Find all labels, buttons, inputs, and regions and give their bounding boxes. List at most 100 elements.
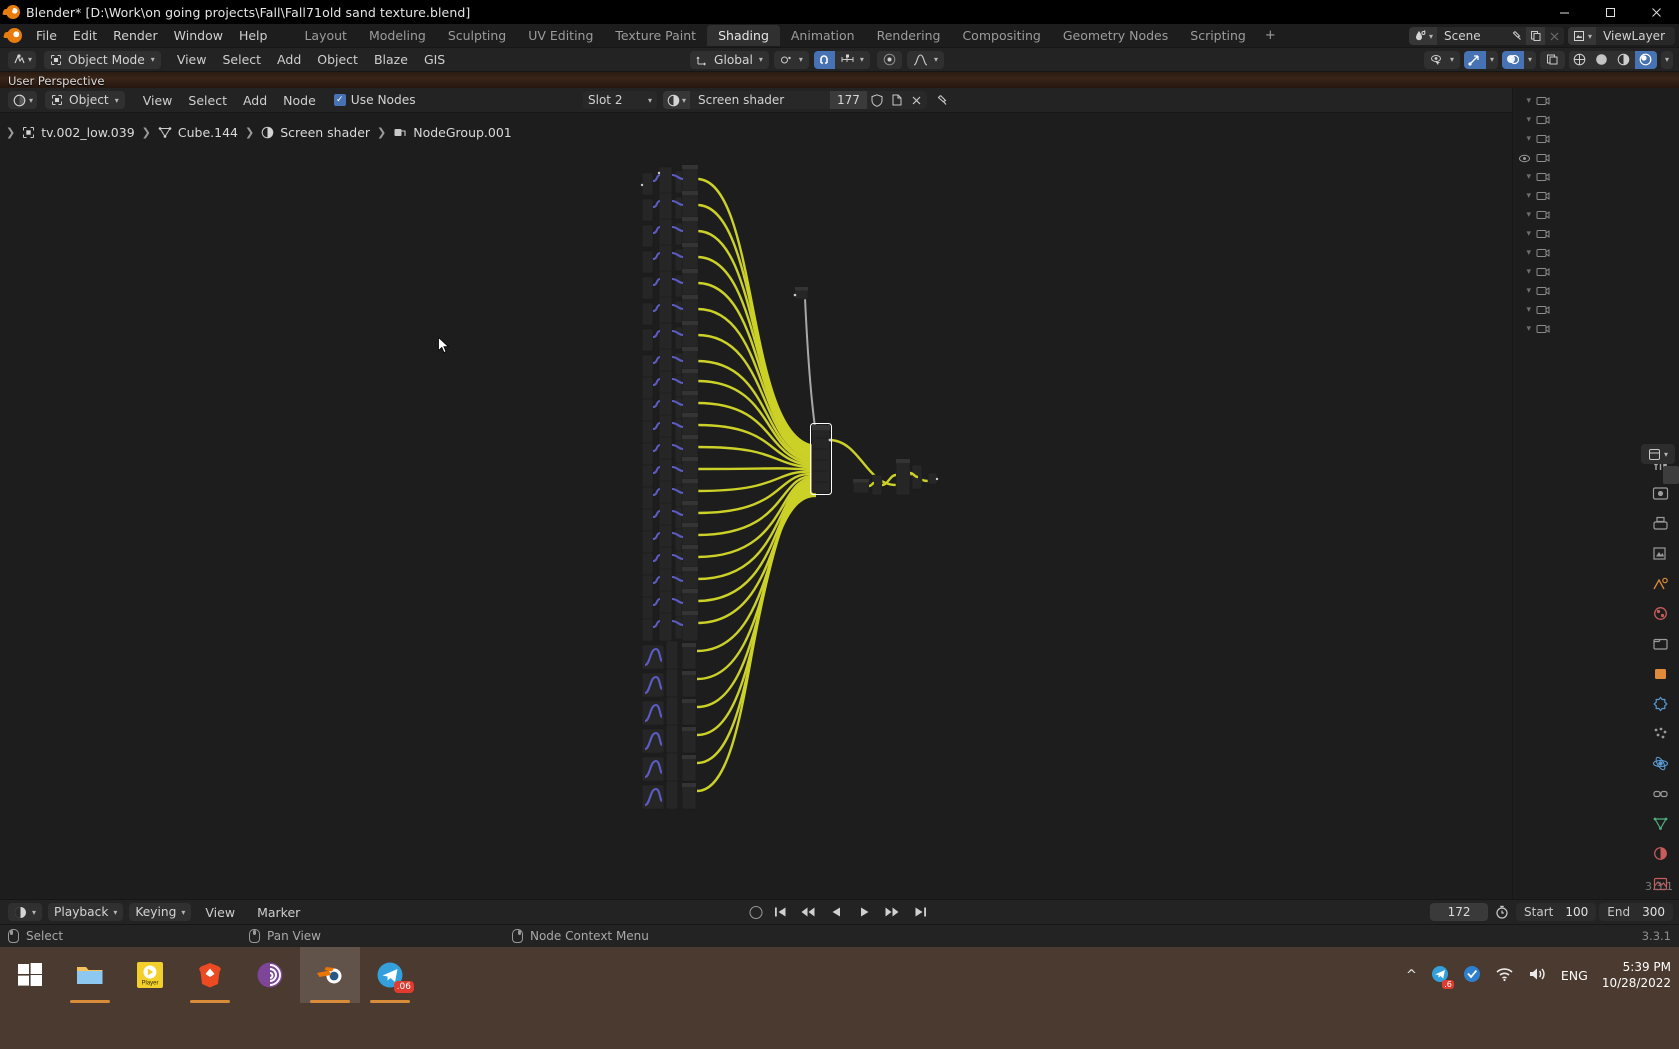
shader-menu-view[interactable]: View bbox=[135, 91, 181, 110]
properties-editor-type-button[interactable]: ▾ bbox=[1641, 444, 1675, 464]
wifi-icon[interactable] bbox=[1495, 966, 1514, 985]
breadcrumb-root-arrow[interactable]: ❯ bbox=[2, 126, 19, 139]
shader-menu-add[interactable]: Add bbox=[235, 91, 275, 110]
viewport-menu-gis[interactable]: GIS bbox=[416, 50, 453, 69]
object-data-properties-icon[interactable] bbox=[1651, 814, 1670, 833]
add-workspace-button[interactable]: + bbox=[1257, 25, 1284, 46]
outliner-row[interactable]: ▾ bbox=[1514, 265, 1554, 279]
object-properties-icon[interactable] bbox=[1651, 664, 1670, 683]
blender-menu-icon[interactable] bbox=[0, 28, 28, 43]
play-reverse-button[interactable] bbox=[826, 903, 846, 921]
start-button[interactable] bbox=[0, 947, 60, 1003]
breadcrumb-item-object[interactable]: tv.002_low.039 bbox=[22, 125, 135, 140]
new-material-icon[interactable] bbox=[886, 91, 907, 109]
shader-menu-node[interactable]: Node bbox=[275, 91, 324, 110]
timeline-menu-marker[interactable]: Marker bbox=[249, 903, 308, 922]
outliner-row[interactable]: ▾ bbox=[1514, 227, 1554, 241]
viewport-menu-blaze[interactable]: Blaze bbox=[366, 50, 416, 69]
brave-browser-button[interactable] bbox=[180, 947, 240, 1003]
workspace-tab-scripting[interactable]: Scripting bbox=[1179, 25, 1257, 46]
playback-dropdown[interactable]: Playback ▾ bbox=[48, 903, 124, 921]
object-mode-dropdown[interactable]: Object Mode ▾ bbox=[44, 50, 161, 69]
physics-properties-icon[interactable] bbox=[1651, 754, 1670, 773]
workspace-tab-rendering[interactable]: Rendering bbox=[866, 25, 952, 46]
xray-icon[interactable] bbox=[1539, 50, 1565, 69]
fake-user-icon[interactable] bbox=[866, 91, 887, 109]
workspace-tab-layout[interactable]: Layout bbox=[293, 25, 358, 46]
outliner-row[interactable]: ▾ bbox=[1514, 189, 1554, 203]
outliner-row[interactable]: ▾ bbox=[1514, 208, 1554, 222]
jump-to-end-button[interactable] bbox=[910, 903, 930, 921]
use-nodes-checkbox[interactable]: ✓ Use Nodes bbox=[333, 93, 416, 107]
outliner-row[interactable] bbox=[1514, 151, 1554, 165]
material-properties-icon[interactable] bbox=[1651, 844, 1670, 863]
workspace-tab-shading[interactable]: Shading bbox=[707, 25, 780, 46]
telegram-button[interactable]: .06 bbox=[360, 947, 420, 1003]
workspace-tab-texture-paint[interactable]: Texture Paint bbox=[604, 25, 707, 46]
snap-settings-dropdown[interactable]: ▾ bbox=[834, 50, 870, 69]
modifier-properties-icon[interactable] bbox=[1651, 694, 1670, 713]
material-sphere-icon[interactable]: ▾ bbox=[663, 91, 691, 109]
volume-icon[interactable] bbox=[1528, 966, 1547, 985]
outliner-row[interactable]: ▾ bbox=[1514, 132, 1554, 146]
menu-render[interactable]: Render bbox=[105, 26, 166, 45]
viewport-3d-scene[interactable] bbox=[0, 72, 1679, 88]
workspace-tab-compositing[interactable]: Compositing bbox=[951, 25, 1051, 46]
unlink-icon[interactable] bbox=[906, 91, 927, 109]
material-user-count[interactable]: 177 bbox=[830, 91, 867, 109]
tor-browser-button[interactable] bbox=[240, 947, 300, 1003]
outliner-row[interactable]: ▾ bbox=[1514, 170, 1554, 184]
collection-properties-icon[interactable] bbox=[1651, 634, 1670, 653]
output-properties-icon[interactable] bbox=[1651, 514, 1670, 533]
jump-to-start-button[interactable] bbox=[770, 903, 790, 921]
next-keyframe-button[interactable] bbox=[882, 903, 902, 921]
breadcrumb-item-mesh[interactable]: Cube.144 bbox=[158, 125, 238, 140]
pivot-point-dropdown[interactable]: ▾ bbox=[773, 50, 809, 69]
magnet-icon[interactable] bbox=[813, 50, 835, 69]
shading-solid-icon[interactable] bbox=[1591, 51, 1613, 69]
material-slot-dropdown[interactable]: Slot 2 ▾ bbox=[583, 91, 657, 109]
media-player-button[interactable]: Player bbox=[120, 947, 180, 1003]
gizmo-icon[interactable] bbox=[1463, 50, 1486, 69]
shader-menu-select[interactable]: Select bbox=[180, 91, 235, 110]
language-indicator[interactable]: ENG bbox=[1561, 968, 1588, 983]
render-properties-icon[interactable] bbox=[1651, 484, 1670, 503]
viewport-menu-add[interactable]: Add bbox=[269, 50, 309, 69]
workspace-tab-geometry-nodes[interactable]: Geometry Nodes bbox=[1052, 25, 1179, 46]
close-button[interactable] bbox=[1633, 0, 1679, 24]
show-hidden-icons-icon[interactable]: ^ bbox=[1406, 968, 1417, 983]
close-icon[interactable] bbox=[1545, 27, 1565, 45]
show-hide-dropdown[interactable]: ▾ bbox=[1423, 50, 1460, 69]
viewport-menu-select[interactable]: Select bbox=[214, 50, 269, 69]
outliner-row[interactable]: ▾ bbox=[1514, 113, 1554, 127]
outliner-row[interactable]: ▾ bbox=[1514, 94, 1554, 108]
keying-dropdown[interactable]: Keying ▾ bbox=[129, 903, 192, 921]
tray-app-badge-icon[interactable]: .6 bbox=[1431, 965, 1454, 989]
shader-editor-type-button[interactable]: ▾ bbox=[8, 91, 38, 109]
clock[interactable]: 5:39 PM 10/28/2022 bbox=[1602, 959, 1671, 991]
material-selector[interactable]: ▾ Screen shader 177 bbox=[663, 91, 927, 109]
workspace-tab-modeling[interactable]: Modeling bbox=[358, 25, 437, 46]
antivirus-icon[interactable] bbox=[1463, 965, 1481, 986]
use-preview-range-icon[interactable] bbox=[1491, 903, 1513, 921]
pin-icon[interactable] bbox=[933, 91, 953, 109]
workspace-tab-uv-editing[interactable]: UV Editing bbox=[517, 25, 604, 46]
constraints-properties-icon[interactable] bbox=[1651, 784, 1670, 803]
panel-resize-handle[interactable] bbox=[1663, 466, 1679, 484]
timeline-menu-view[interactable]: View bbox=[197, 903, 243, 922]
blender-app-button[interactable] bbox=[300, 947, 360, 1003]
scene-properties-icon[interactable] bbox=[1651, 574, 1670, 593]
menu-file[interactable]: File bbox=[28, 26, 65, 45]
play-button[interactable] bbox=[854, 903, 874, 921]
timeline-editor-type-button[interactable]: ▾ bbox=[8, 903, 43, 921]
shader-node-canvas[interactable]: .wire{ fill:none; stroke:#ccd128; stroke… bbox=[0, 113, 1512, 899]
auto-keying-icon[interactable] bbox=[749, 905, 762, 919]
menu-edit[interactable]: Edit bbox=[65, 26, 105, 45]
shading-material-icon[interactable] bbox=[1613, 51, 1635, 69]
outliner-row[interactable]: ▾ bbox=[1514, 322, 1554, 336]
start-frame-field[interactable]: Start 100 bbox=[1516, 903, 1597, 921]
minimize-button[interactable] bbox=[1541, 0, 1587, 24]
overlays-icon[interactable] bbox=[1501, 50, 1524, 69]
prev-keyframe-button[interactable] bbox=[798, 903, 818, 921]
outliner-row[interactable]: ▾ bbox=[1514, 284, 1554, 298]
